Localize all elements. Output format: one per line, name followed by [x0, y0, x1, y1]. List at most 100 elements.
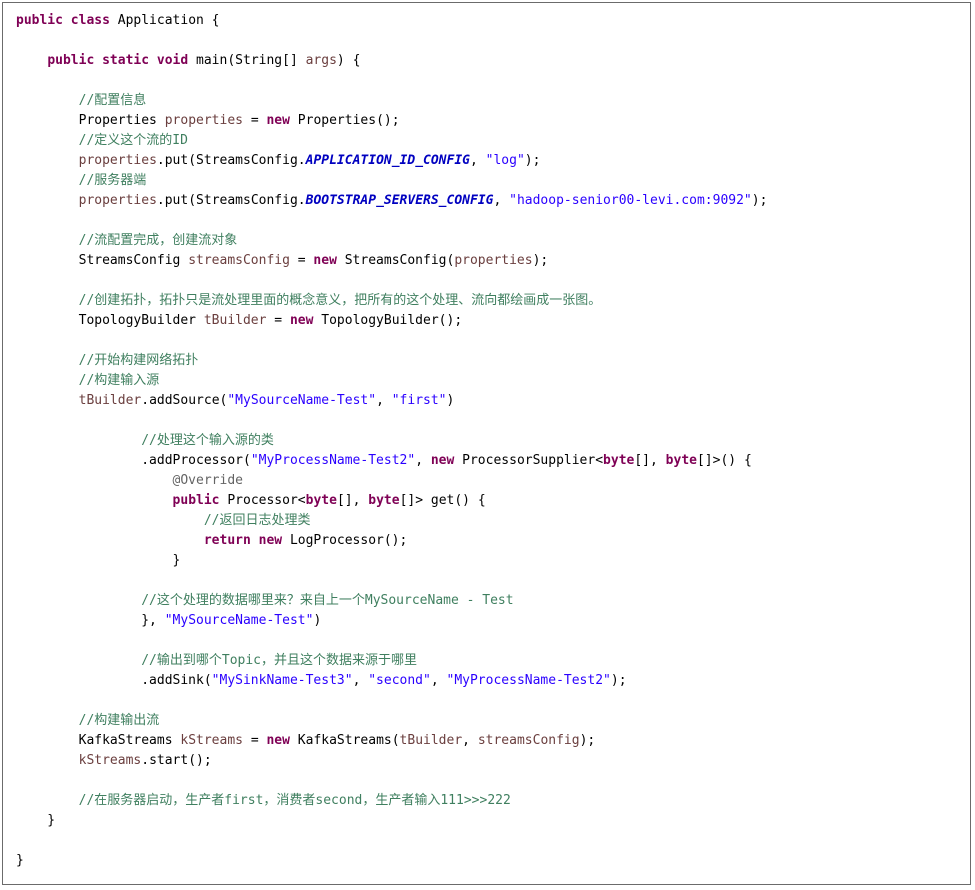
code-token: } — [16, 813, 56, 828]
code-line: ​ — [16, 211, 767, 231]
code-token: properties — [164, 113, 243, 128]
code-token: kStreams — [180, 733, 243, 748]
code-line: //构建输入源 — [16, 371, 767, 391]
code-token: main(String[] — [196, 53, 306, 68]
code-line: ​ — [16, 631, 767, 651]
code-token: streamsConfig — [477, 733, 580, 748]
code-token: //处理这个输入源的类 — [16, 433, 274, 448]
code-token: LogProcessor(); — [289, 533, 408, 548]
code-token: //返回日志处理类 — [16, 513, 311, 528]
code-token: = — [266, 313, 290, 328]
code-token: ) — [313, 613, 322, 628]
code-line: } — [16, 851, 767, 871]
code-line: ​ — [16, 411, 767, 431]
code-token: = — [243, 113, 267, 128]
code-frame: public class Application { ​ public stati… — [2, 2, 971, 885]
code-token: , — [493, 193, 510, 208]
code-token: "hadoop-senior00-levi.com:9092" — [509, 193, 752, 208]
code-line: .addProcessor("MyProcessName-Test2", new… — [16, 451, 767, 471]
code-token: ProcessorSupplier< — [462, 453, 604, 468]
code-token: StreamsConfig — [16, 253, 189, 268]
code-token: //服务器端 — [16, 173, 147, 188]
code-token: BOOTSTRAP_SERVERS_CONFIG — [305, 193, 494, 208]
code-token: "MySinkName-Test3" — [211, 673, 353, 688]
code-token: return new — [203, 533, 290, 548]
code-block: public class Application { ​ public stati… — [16, 11, 767, 871]
code-token: APPLICATION_ID_CONFIG — [305, 153, 470, 168]
code-token: .addProcessor( — [16, 453, 251, 468]
code-token: new — [313, 253, 345, 268]
code-token: byte — [305, 493, 337, 508]
code-line: //这个处理的数据哪里来？来自上一个MySourceName - Test — [16, 591, 767, 611]
code-token: , — [470, 153, 486, 168]
code-line: //构建输出流 — [16, 711, 767, 731]
code-token: StreamsConfig( — [344, 253, 455, 268]
code-token: public class — [16, 13, 118, 28]
code-token: Application { — [117, 13, 220, 28]
code-token: public static void — [47, 53, 197, 68]
code-token: ); — [532, 253, 549, 268]
code-token: "first" — [391, 393, 447, 408]
code-token: , — [462, 733, 478, 748]
code-token: ); — [524, 153, 541, 168]
code-token: args — [305, 53, 337, 68]
code-line: //创建拓扑，拓扑只是流处理里面的概念意义，把所有的这个处理、流向都绘画成一张图… — [16, 291, 767, 311]
code-token: = — [243, 733, 267, 748]
code-line: public Processor<byte[], byte[]> get() { — [16, 491, 767, 511]
code-token: new — [430, 453, 463, 468]
code-token: , — [430, 673, 447, 688]
code-token: //构建输出流 — [16, 713, 160, 728]
code-token: KafkaStreams — [16, 733, 181, 748]
code-token: } — [16, 553, 181, 568]
code-line: //在服务器启动，生产者first，消费者second，生产者输入111>>>2… — [16, 791, 767, 811]
code-token: ); — [579, 733, 596, 748]
code-line: public static void main(String[] args) { — [16, 51, 767, 71]
code-token: = — [289, 253, 314, 268]
code-token: //创建拓扑，拓扑只是流处理里面的概念意义，把所有的这个处理、流向都绘画成一张图… — [16, 293, 602, 308]
code-line: properties.put(StreamsConfig.APPLICATION… — [16, 151, 767, 171]
code-line: } — [16, 551, 767, 571]
code-token: ) — [446, 393, 455, 408]
code-token: tBuilder — [78, 393, 142, 408]
code-token: .put(StreamsConfig. — [156, 153, 306, 168]
code-token: .put(StreamsConfig. — [156, 193, 306, 208]
code-line: TopologyBuilder tBuilder = new TopologyB… — [16, 311, 767, 331]
code-token: properties — [78, 153, 157, 168]
code-line: //配置信息 — [16, 91, 767, 111]
code-token: byte — [665, 453, 697, 468]
code-line: //流配置完成，创建流对象 — [16, 231, 767, 251]
code-token: , — [415, 453, 431, 468]
code-line: }, "MySourceName-Test") — [16, 611, 767, 631]
code-line: ​ — [16, 31, 767, 51]
code-token: tBuilder — [399, 733, 463, 748]
code-token: //定义这个流的ID — [16, 133, 188, 148]
code-token: tBuilder — [203, 313, 267, 328]
code-line: //处理这个输入源的类 — [16, 431, 767, 451]
code-line: StreamsConfig streamsConfig = new Stream… — [16, 251, 767, 271]
code-line: Properties properties = new Properties()… — [16, 111, 767, 131]
code-token: []>() { — [696, 453, 752, 468]
code-line: ​ — [16, 331, 767, 351]
code-token: new — [289, 313, 322, 328]
code-line: //服务器端 — [16, 171, 767, 191]
code-token: "MyProcessName-Test2" — [446, 673, 611, 688]
code-token: .addSource( — [141, 393, 228, 408]
code-line: //开始构建网络拓扑 — [16, 351, 767, 371]
code-token: new — [266, 733, 298, 748]
code-token: //输出到哪个Topic，并且这个数据来源于哪里 — [16, 653, 418, 668]
code-token: TopologyBuilder(); — [321, 313, 463, 328]
code-line: ​ — [16, 71, 767, 91]
code-token: TopologyBuilder — [16, 313, 204, 328]
code-token: []> get() { — [399, 493, 486, 508]
code-token: streamsConfig — [188, 253, 290, 268]
code-line: //输出到哪个Topic，并且这个数据来源于哪里 — [16, 651, 767, 671]
code-token: "MyProcessName-Test2" — [250, 453, 416, 468]
code-token: properties — [454, 253, 533, 268]
code-line: ​ — [16, 571, 767, 591]
code-line: tBuilder.addSource("MySourceName-Test", … — [16, 391, 767, 411]
